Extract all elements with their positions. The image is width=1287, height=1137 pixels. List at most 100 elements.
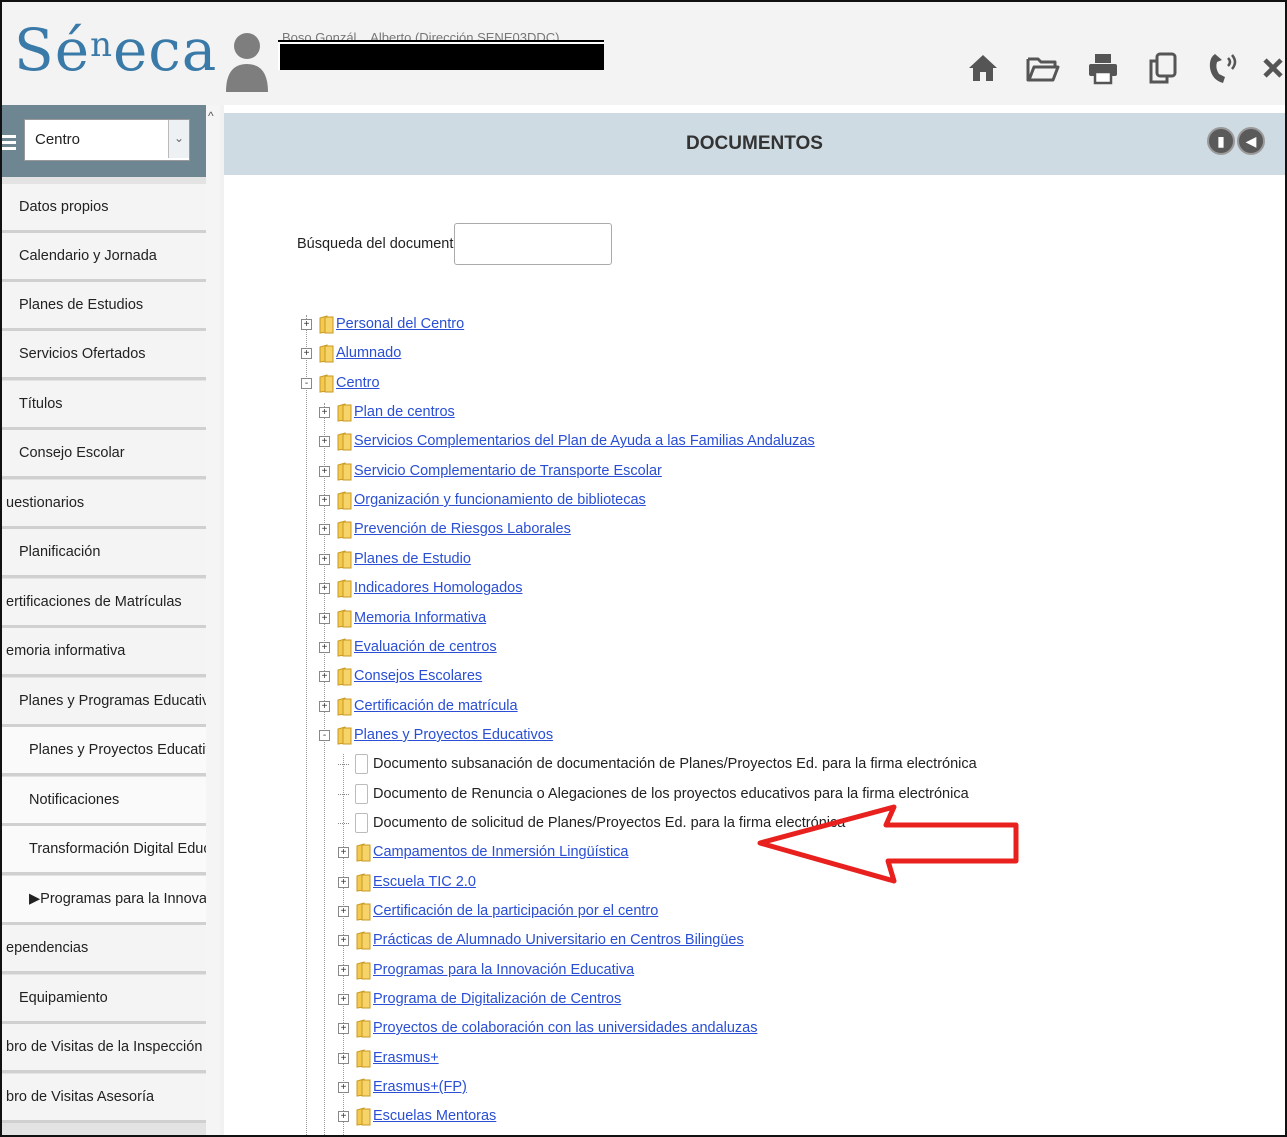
sidebar-item[interactable]: ependencias bbox=[2, 925, 208, 974]
documents-icon[interactable]: ▮ bbox=[1207, 127, 1235, 155]
expand-icon[interactable]: + bbox=[338, 964, 349, 976]
tree-folder-link[interactable]: Proyectos de colaboración con las univer… bbox=[373, 1020, 757, 1036]
expand-icon[interactable]: + bbox=[338, 934, 349, 946]
expand-icon[interactable]: + bbox=[319, 700, 330, 712]
sidebar-item[interactable]: Equipamiento bbox=[2, 975, 208, 1024]
annotation-arrow bbox=[757, 804, 1019, 884]
expand-icon[interactable]: + bbox=[301, 347, 312, 359]
tree-folder-link[interactable]: Memoria Informativa bbox=[354, 610, 486, 626]
expand-icon[interactable]: + bbox=[319, 435, 330, 447]
sidebar-item[interactable]: ▶Programas para la Innovación bbox=[2, 876, 208, 925]
sidebar-scrollbar[interactable]: ^ bbox=[206, 105, 220, 1135]
expand-icon[interactable]: + bbox=[319, 553, 330, 565]
expand-icon[interactable]: + bbox=[319, 523, 330, 535]
tree-folder-link[interactable]: Prevención de Riesgos Laborales bbox=[354, 521, 571, 537]
expand-icon[interactable]: + bbox=[319, 670, 330, 682]
sidebar-item[interactable]: Planes y Proyectos Educativos bbox=[2, 727, 208, 776]
expand-icon[interactable]: + bbox=[338, 1052, 349, 1064]
expand-icon[interactable]: + bbox=[338, 1110, 349, 1122]
tree-node: + Certificación de la participación por e… bbox=[338, 897, 658, 925]
page-title: DOCUMENTOS bbox=[686, 133, 823, 154]
expand-icon[interactable]: + bbox=[338, 1081, 349, 1093]
tree-folder-link[interactable]: Personal del Centro bbox=[336, 316, 464, 332]
expand-icon[interactable]: + bbox=[338, 1022, 349, 1034]
tree-folder-link[interactable]: Evaluación de centros bbox=[354, 639, 497, 655]
tree-document-item[interactable]: Documento subsanación de documentación d… bbox=[373, 756, 977, 772]
expand-icon[interactable]: + bbox=[338, 905, 349, 917]
collapse-icon[interactable]: - bbox=[301, 377, 312, 389]
sidebar-item[interactable]: Consejo Escolar bbox=[2, 430, 208, 479]
tree-node: - Centro bbox=[301, 369, 380, 397]
home-icon[interactable] bbox=[961, 46, 1005, 90]
expand-icon[interactable]: + bbox=[319, 641, 330, 653]
sidebar-item[interactable]: Servicios Ofertados bbox=[2, 331, 208, 380]
scroll-up-icon[interactable]: ^ bbox=[208, 109, 214, 123]
tree-folder-link[interactable]: Escuela TIC 2.0 bbox=[373, 874, 476, 890]
tree-folder-link[interactable]: Campamentos de Inmersión Lingüística bbox=[373, 844, 629, 860]
sidebar-item[interactable]: bro de Visitas de la Inspección bbox=[2, 1024, 208, 1073]
section-select-value: Centro bbox=[35, 131, 81, 148]
sidebar-item[interactable]: Planes de Estudios bbox=[2, 282, 208, 331]
tree-folder-link[interactable]: Erasmus+ bbox=[373, 1050, 439, 1066]
expand-icon[interactable]: + bbox=[319, 612, 330, 624]
logo-text-main: Sé bbox=[14, 16, 91, 84]
folder-open-icon[interactable] bbox=[1021, 46, 1065, 90]
sidebar-item[interactable]: Transformación Digital Educat bbox=[2, 826, 208, 875]
tree-folder-link[interactable]: Planes de Estudio bbox=[354, 551, 471, 567]
tree-node: + Consejos Escolares bbox=[319, 662, 482, 690]
tree-folder-link[interactable]: Servicio Complementario de Transporte Es… bbox=[354, 463, 662, 479]
document-search-input[interactable] bbox=[454, 223, 612, 265]
tree-node: + Proyectos de colaboración con las unive… bbox=[338, 1014, 757, 1042]
phone-icon[interactable] bbox=[1201, 46, 1245, 90]
expand-icon[interactable]: + bbox=[319, 582, 330, 594]
collapse-icon[interactable]: - bbox=[319, 729, 330, 741]
header-toolbar bbox=[961, 46, 1285, 90]
tree-folder-link[interactable]: Erasmus+(FP) bbox=[373, 1079, 467, 1095]
tree-connector bbox=[338, 812, 349, 824]
back-arrow-icon[interactable]: ◀ bbox=[1237, 127, 1265, 155]
folder-icon bbox=[337, 667, 352, 686]
tree-folder-link[interactable]: Indicadores Homologados bbox=[354, 580, 522, 596]
close-icon[interactable] bbox=[1261, 46, 1285, 90]
tree-document-item[interactable]: Documento de Renuncia o Alegaciones de l… bbox=[373, 786, 969, 802]
tree-folder-link[interactable]: Servicios Complementarios del Plan de Ay… bbox=[354, 433, 815, 449]
sidebar-item[interactable]: Calendario y Jornada bbox=[2, 233, 208, 282]
expand-icon[interactable]: + bbox=[338, 993, 349, 1005]
sidebar-item[interactable]: Datos propios bbox=[2, 184, 208, 233]
tree-folder-link[interactable]: Certificación de la participación por el… bbox=[373, 903, 658, 919]
seneca-logo[interactable]: Séneca bbox=[14, 16, 217, 84]
tree-folder-link[interactable]: Organización y funcionamiento de bibliot… bbox=[354, 492, 646, 508]
sidebar-item[interactable]: Planificación bbox=[2, 529, 208, 578]
tree-folder-link[interactable]: Prácticas de Alumnado Universitario en C… bbox=[373, 932, 744, 948]
print-icon[interactable] bbox=[1081, 46, 1125, 90]
tree-folder-link[interactable]: Plan de centros bbox=[354, 404, 455, 420]
expand-icon[interactable]: + bbox=[319, 465, 330, 477]
tree-folder-link[interactable]: Planes y Proyectos Educativos bbox=[354, 727, 553, 743]
sidebar-item[interactable]: uestionarios bbox=[2, 480, 208, 529]
tree-folder-link[interactable]: Certificación de matrícula bbox=[354, 698, 518, 714]
sidebar-item[interactable]: Títulos bbox=[2, 381, 208, 430]
sidebar-item[interactable]: Planes y Programas Educativos bbox=[2, 678, 208, 727]
tree-folder-link[interactable]: Centro bbox=[336, 375, 380, 391]
sidebar-item[interactable]: Notificaciones bbox=[2, 777, 208, 826]
copy-icon[interactable] bbox=[1141, 46, 1185, 90]
expand-icon[interactable]: + bbox=[319, 406, 330, 418]
section-select[interactable]: Centro ⌄ bbox=[24, 119, 190, 161]
tree-folder-link[interactable]: Consejos Escolares bbox=[354, 668, 482, 684]
tree-node: - Planes y Proyectos Educativos bbox=[319, 721, 553, 749]
sidebar-item[interactable]: ertificaciones de Matrículas bbox=[2, 579, 208, 628]
folder-icon bbox=[319, 315, 334, 334]
hamburger-menu-icon[interactable] bbox=[2, 135, 16, 151]
sidebar-item[interactable]: bro de Visitas Asesoría bbox=[2, 1074, 208, 1123]
expand-icon[interactable]: + bbox=[338, 876, 349, 888]
expand-icon[interactable]: + bbox=[301, 318, 312, 330]
folder-icon bbox=[356, 1107, 371, 1126]
tree-folder-link[interactable]: Programas para la Innovación Educativa bbox=[373, 962, 634, 978]
tree-folder-link[interactable]: Programa de Digitalización de Centros bbox=[373, 991, 621, 1007]
chevron-down-icon[interactable]: ⌄ bbox=[168, 120, 189, 158]
sidebar-item[interactable]: emoria informativa bbox=[2, 628, 208, 677]
tree-folder-link[interactable]: Alumnado bbox=[336, 345, 401, 361]
expand-icon[interactable]: + bbox=[319, 494, 330, 506]
expand-icon[interactable]: + bbox=[338, 846, 349, 858]
tree-folder-link[interactable]: Escuelas Mentoras bbox=[373, 1108, 496, 1124]
